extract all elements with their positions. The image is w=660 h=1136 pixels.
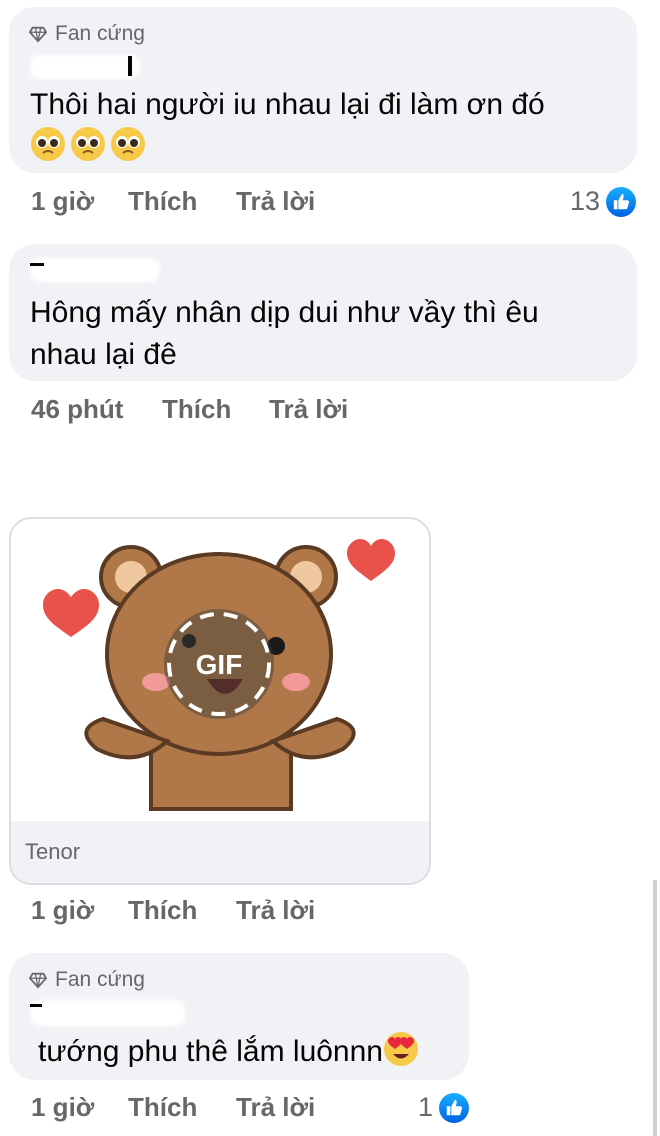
comment-actions-3: 1 giờ Thích Trả lời — [31, 895, 315, 926]
comment-time[interactable]: 1 giờ — [31, 1092, 128, 1123]
redacted-name-4 — [30, 1000, 185, 1026]
gif-attachment[interactable]: GIF Tenor — [9, 517, 431, 885]
reply-button[interactable]: Trả lời — [236, 186, 315, 217]
reply-button[interactable]: Trả lời — [236, 1092, 315, 1123]
comment-text-line: tướng phu thê lắm luônnn — [38, 1035, 383, 1068]
comment-text-4: tướng phu thê lắm luônnn — [38, 1031, 419, 1073]
comment-time[interactable]: 1 giờ — [31, 895, 128, 926]
comment-actions-2: 46 phút Thích Trả lời — [31, 394, 348, 425]
emoji-row-1 — [30, 126, 146, 162]
scrollbar-edge — [653, 880, 657, 1136]
comment-text-line: Thôi hai người iu nhau lại đi làm ơn đó — [30, 88, 545, 121]
comment-time[interactable]: 1 giờ — [31, 186, 128, 217]
redacted-name-2 — [30, 258, 160, 282]
thumbs-up-icon — [439, 1092, 470, 1123]
comment-text-line: nhau lại đê — [30, 338, 177, 371]
gif-provider-label: Tenor — [25, 839, 81, 864]
comment-text-1: Thôi hai người iu nhau lại đi làm ơn đó — [30, 84, 545, 126]
fan-badge-1: Fan cứng — [29, 22, 145, 46]
thumbs-up-icon — [606, 186, 637, 217]
redacted-name-1 — [30, 55, 140, 79]
name-fragment-1 — [128, 56, 132, 76]
gif-provider-bar: Tenor — [11, 821, 429, 883]
comment-actions-4: 1 giờ Thích Trả lời — [31, 1092, 315, 1123]
redacted-name-3 — [30, 466, 240, 492]
fan-badge-label: Fan cứng — [55, 968, 145, 991]
pleading-face-icon — [31, 127, 65, 161]
pleading-face-icon — [111, 127, 145, 161]
comment-text-2: Hông mấy nhân dịp dui như vầy thì êu nha… — [30, 292, 539, 376]
reply-button[interactable]: Trả lời — [236, 895, 315, 926]
comment-text-line: Hông mấy nhân dịp dui như vầy thì êu — [30, 296, 539, 329]
fan-badge-label: Fan cứng — [55, 22, 145, 45]
like-button[interactable]: Thích — [128, 1092, 236, 1123]
name-fragment-2 — [30, 263, 44, 266]
gif-label: GIF — [195, 649, 243, 680]
diamond-icon — [29, 972, 47, 989]
pleading-face-icon — [71, 127, 105, 161]
fan-badge-4: Fan cứng — [29, 968, 145, 992]
like-button[interactable]: Thích — [162, 394, 269, 425]
reaction-count-1[interactable]: 13 — [570, 186, 637, 217]
name-fragment-4 — [30, 1004, 42, 1007]
reply-button[interactable]: Trả lời — [269, 394, 348, 425]
heart-eyes-emoji-icon — [384, 1032, 418, 1066]
diamond-icon — [29, 26, 47, 43]
reaction-number: 13 — [570, 186, 601, 216]
like-button[interactable]: Thích — [128, 186, 236, 217]
reaction-number: 1 — [418, 1092, 434, 1122]
comment-actions-1: 1 giờ Thích Trả lời — [31, 186, 315, 217]
like-button[interactable]: Thích — [128, 895, 236, 926]
reaction-count-4[interactable]: 1 — [418, 1092, 470, 1123]
comment-time[interactable]: 46 phút — [31, 394, 162, 425]
